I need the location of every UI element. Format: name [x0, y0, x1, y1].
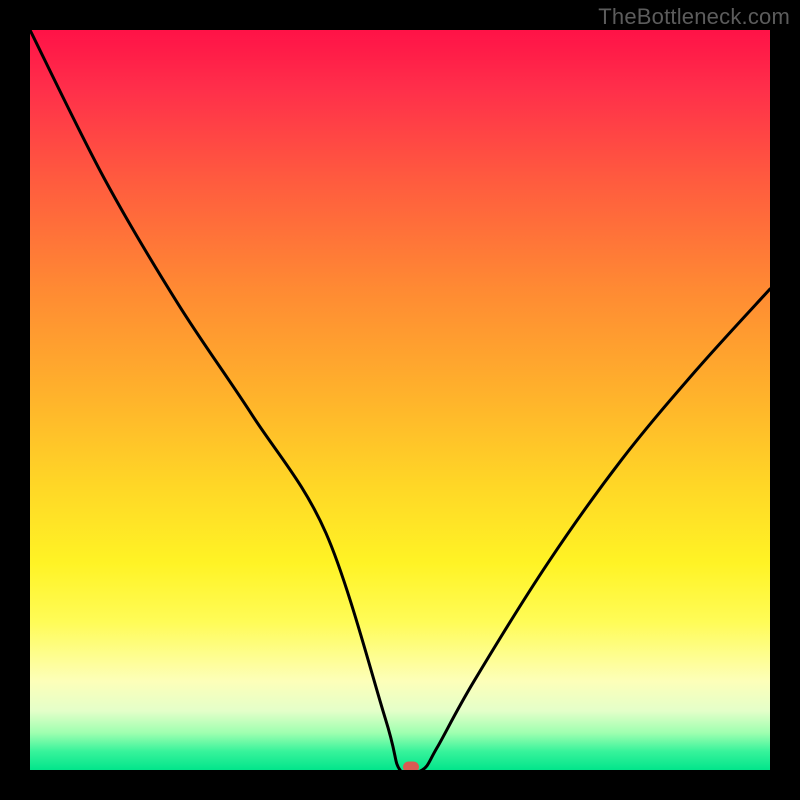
- optimal-marker: [403, 762, 419, 771]
- chart-stage: TheBottleneck.com: [0, 0, 800, 800]
- bottleneck-curve: [30, 30, 770, 770]
- plot-area: [30, 30, 770, 770]
- watermark-text: TheBottleneck.com: [598, 4, 790, 30]
- curve-path: [30, 30, 770, 770]
